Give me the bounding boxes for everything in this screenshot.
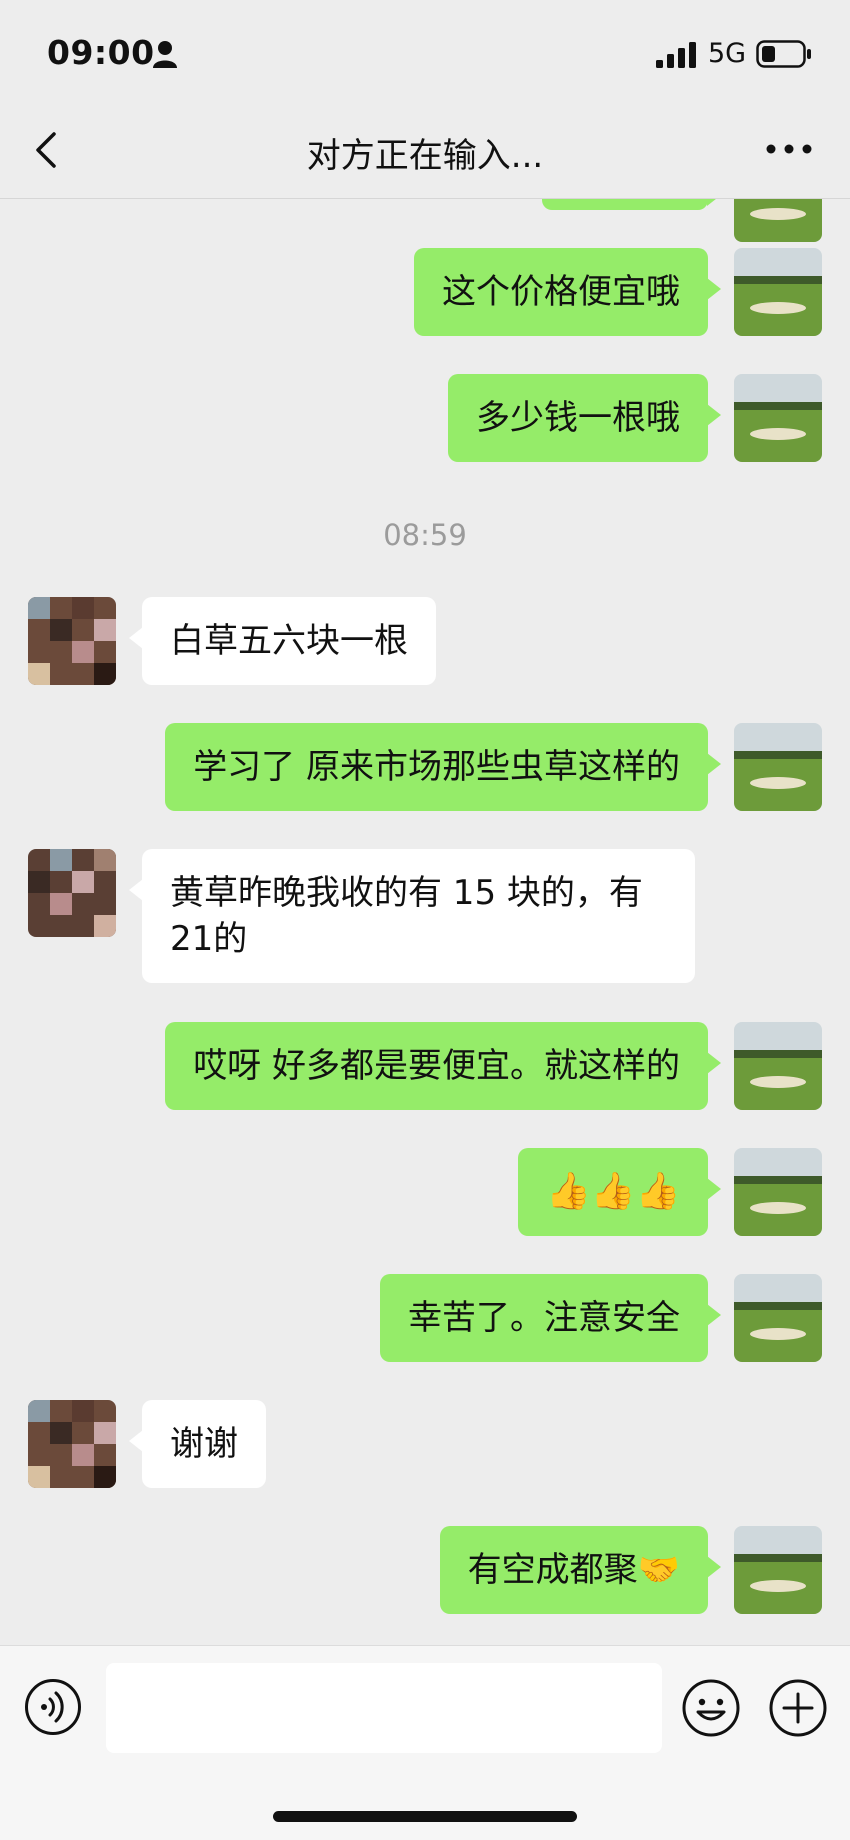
avatar[interactable] <box>734 199 822 242</box>
avatar[interactable] <box>734 1022 822 1110</box>
avatar[interactable] <box>734 1526 822 1614</box>
chat-header: 对方正在输入... <box>0 100 850 199</box>
avatar[interactable] <box>734 1148 822 1236</box>
message-timestamp: 08:59 <box>383 518 467 552</box>
message-bubble[interactable]: 多少钱一根哦 <box>448 374 721 462</box>
status-bar: 09:00 5G <box>0 0 850 100</box>
avatar[interactable] <box>28 849 116 937</box>
chat-title: 对方正在输入... <box>306 136 544 176</box>
avatar[interactable] <box>28 597 116 685</box>
more-dots-icon[interactable] <box>764 136 814 162</box>
battery-icon <box>756 40 811 68</box>
input-bar <box>0 1645 850 1840</box>
emoji-icon[interactable] <box>681 1678 741 1738</box>
avatar[interactable] <box>28 1400 116 1488</box>
message-bubble[interactable]: 👍👍👍 <box>518 1148 721 1236</box>
avatar[interactable] <box>734 374 822 462</box>
message-bubble[interactable]: 谢谢 <box>129 1400 266 1488</box>
message-input[interactable] <box>106 1663 662 1753</box>
message-bubble[interactable]: 幸苦了。注意安全 <box>380 1274 721 1362</box>
message-bubble[interactable]: 哎呀 好多都是要便宜。就这样的 <box>165 1022 721 1110</box>
network-label: 5G <box>708 38 747 69</box>
plus-icon[interactable] <box>768 1678 828 1738</box>
avatar[interactable] <box>734 1274 822 1362</box>
message-bubble[interactable]: 有空成都聚🤝 <box>439 1526 722 1614</box>
message-bubble[interactable]: 这个价格便宜哦 <box>414 248 721 336</box>
home-indicator <box>273 1811 577 1822</box>
message-bubble[interactable] <box>542 199 721 210</box>
signal-icon <box>656 42 696 68</box>
avatar[interactable] <box>734 723 822 811</box>
message-bubble[interactable]: 学习了 原来市场那些虫草这样的 <box>165 723 721 811</box>
message-bubble[interactable]: 黄草昨晚我收的有 15 块的，有 21的 <box>129 849 695 983</box>
message-list[interactable]: 这个价格便宜哦 多少钱一根哦 08:59 白草五六块一根 学习了 原来市场那些虫… <box>0 199 850 1645</box>
avatar[interactable] <box>734 248 822 336</box>
status-time: 09:00 <box>47 33 155 72</box>
person-icon <box>153 41 177 68</box>
message-bubble[interactable]: 白草五六块一根 <box>129 597 436 685</box>
voice-icon[interactable] <box>24 1678 82 1736</box>
